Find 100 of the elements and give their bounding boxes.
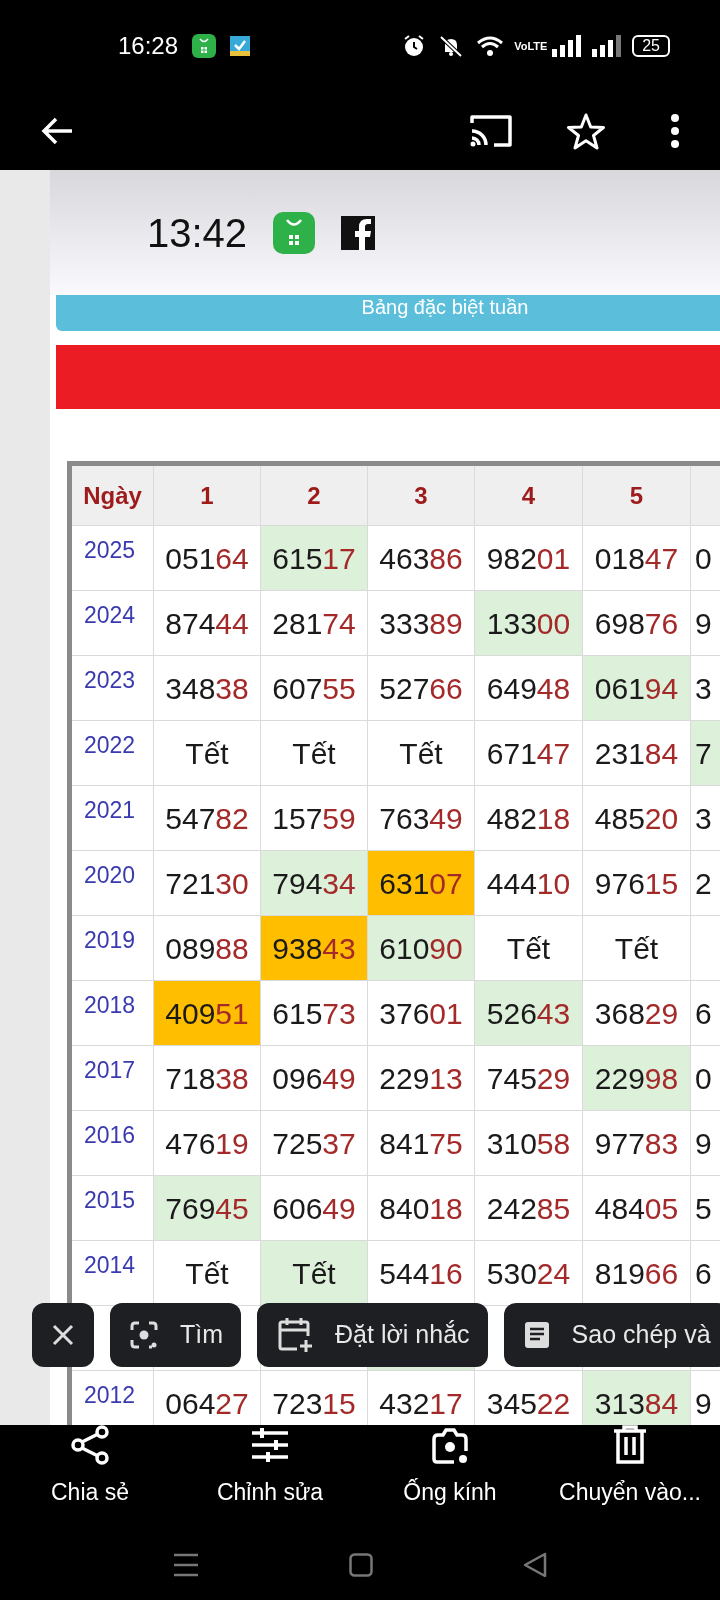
table-cell: 23184 bbox=[583, 721, 691, 786]
table-cell: 76945 bbox=[154, 1176, 261, 1241]
table-cell: 79434 bbox=[261, 851, 368, 916]
home-icon[interactable] bbox=[349, 1553, 373, 1577]
year-cell: 2020 bbox=[72, 851, 154, 916]
checkmark-app-icon bbox=[230, 36, 251, 56]
table-cell: 93843 bbox=[261, 916, 368, 981]
year-cell: 2018 bbox=[72, 981, 154, 1046]
action-button[interactable]: Chỉnh sửa bbox=[216, 1425, 324, 1510]
year-cell: 2021 bbox=[72, 786, 154, 851]
table-cell: 15759 bbox=[261, 786, 368, 851]
table-cell: 44410 bbox=[475, 851, 583, 916]
screenshot-time: 13:42 bbox=[147, 209, 248, 257]
year-cell: 2016 bbox=[72, 1111, 154, 1176]
table-cell: 63107 bbox=[368, 851, 475, 916]
table-cell: 52643 bbox=[475, 981, 583, 1046]
table-cell: 48218 bbox=[475, 786, 583, 851]
table-cell: 54782 bbox=[154, 786, 261, 851]
table-cell: 76349 bbox=[368, 786, 475, 851]
table-cell: 47619 bbox=[154, 1111, 261, 1176]
table-cell: 87444 bbox=[154, 591, 261, 656]
shopping-bag-app-icon bbox=[192, 34, 217, 58]
table-cell: 05164 bbox=[154, 526, 261, 591]
lens-icon bbox=[130, 1321, 158, 1349]
year-cell: 2023 bbox=[72, 656, 154, 721]
wifi-icon bbox=[476, 35, 505, 57]
table-cell: Tết bbox=[475, 916, 583, 981]
table-cell: 08988 bbox=[154, 916, 261, 981]
table-cell: Tết bbox=[154, 721, 261, 786]
table-cell: 13300 bbox=[475, 591, 583, 656]
cast-icon[interactable] bbox=[468, 113, 514, 149]
menu-icon[interactable] bbox=[173, 1553, 199, 1577]
year-cell: 2015 bbox=[72, 1176, 154, 1241]
table-cell: 61517 bbox=[261, 526, 368, 591]
back-arrow-icon[interactable] bbox=[40, 116, 74, 146]
table-cell: 60649 bbox=[261, 1176, 368, 1241]
table-cell: Tết bbox=[583, 916, 691, 981]
action-button[interactable]: Chia sẻ bbox=[51, 1425, 129, 1510]
signal-icon bbox=[592, 35, 623, 57]
table-cell: 46386 bbox=[368, 526, 475, 591]
action-chip[interactable]: Đặt lời nhắc bbox=[257, 1303, 488, 1367]
table-cell: 33389 bbox=[368, 591, 475, 656]
document-icon bbox=[523, 1321, 550, 1349]
table-cell: 97783 bbox=[583, 1111, 691, 1176]
table-cell: 48405 bbox=[583, 1176, 691, 1241]
table-cell: 06194 bbox=[583, 656, 691, 721]
table-cell: 09649 bbox=[261, 1046, 368, 1111]
action-button[interactable]: Ống kính bbox=[403, 1425, 497, 1510]
clock-time: 16:28 bbox=[118, 31, 179, 61]
table-cell: 40951 bbox=[154, 981, 261, 1046]
table-cell: 72130 bbox=[154, 851, 261, 916]
trash-icon bbox=[612, 1425, 648, 1465]
table-cell: 69876 bbox=[583, 591, 691, 656]
shopping-bag-app-icon bbox=[273, 211, 316, 254]
back-icon[interactable] bbox=[523, 1552, 547, 1578]
table-cell: 34838 bbox=[154, 656, 261, 721]
year-cell: 2017 bbox=[72, 1046, 154, 1111]
table-cell: 61573 bbox=[261, 981, 368, 1046]
facebook-logo-icon bbox=[341, 215, 376, 250]
table-cell: 98201 bbox=[475, 526, 583, 591]
star-icon[interactable] bbox=[566, 112, 606, 150]
close-button[interactable] bbox=[32, 1303, 94, 1367]
table-cell: Tết bbox=[261, 721, 368, 786]
year-cell: 2025 bbox=[72, 526, 154, 591]
lens-icon bbox=[430, 1425, 470, 1465]
year-cell: 2022 bbox=[72, 721, 154, 786]
table-cell: 22913 bbox=[368, 1046, 475, 1111]
year-cell: 2019 bbox=[72, 916, 154, 981]
battery-level: 25 bbox=[632, 35, 670, 57]
sliders-icon bbox=[250, 1425, 290, 1465]
action-button[interactable]: Chuyển vào... bbox=[559, 1425, 701, 1510]
table-cell: 36829 bbox=[583, 981, 691, 1046]
year-cell: 2024 bbox=[72, 591, 154, 656]
table-cell: 72537 bbox=[261, 1111, 368, 1176]
table-cell: 61090 bbox=[368, 916, 475, 981]
table-cell: 60755 bbox=[261, 656, 368, 721]
table-cell: 31384 bbox=[583, 1371, 691, 1425]
table-cell: 24285 bbox=[475, 1176, 583, 1241]
table-cell: 7 bbox=[691, 721, 720, 786]
signal-icon bbox=[552, 35, 583, 57]
table-cell: 48520 bbox=[583, 786, 691, 851]
table-cell: 31058 bbox=[475, 1111, 583, 1176]
table-cell: 22998 bbox=[583, 1046, 691, 1111]
table-cell: Tết bbox=[261, 1241, 368, 1306]
action-chip[interactable]: Tìm bbox=[110, 1303, 242, 1367]
table-cell: 74529 bbox=[475, 1046, 583, 1111]
more-options-icon[interactable] bbox=[670, 113, 680, 149]
table-cell: 71838 bbox=[154, 1046, 261, 1111]
share-icon bbox=[70, 1425, 110, 1465]
table-cell: 97615 bbox=[583, 851, 691, 916]
calendar-add-icon bbox=[277, 1316, 314, 1354]
table-cell: 01847 bbox=[583, 526, 691, 591]
close-icon bbox=[52, 1324, 74, 1346]
table-cell: Tết bbox=[368, 721, 475, 786]
table-cell: 84018 bbox=[368, 1176, 475, 1241]
table-cell: 37601 bbox=[368, 981, 475, 1046]
action-chip[interactable]: Sao chép và bbox=[503, 1303, 720, 1367]
table-cell: 52766 bbox=[368, 656, 475, 721]
table-cell: 28174 bbox=[261, 591, 368, 656]
table-cell: 84175 bbox=[368, 1111, 475, 1176]
